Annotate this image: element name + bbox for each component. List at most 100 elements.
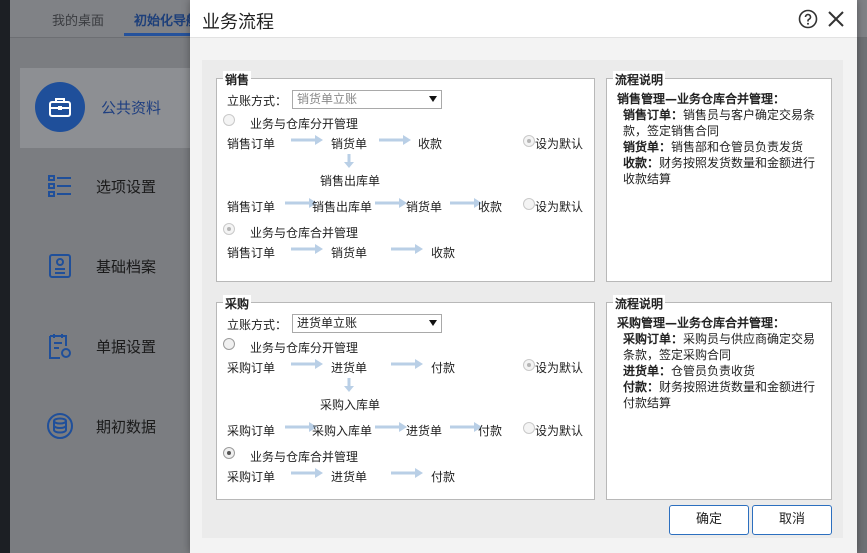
sales-desc-term: 销货单： [623,140,672,154]
sales-flow3-step1: 销售订单 [227,246,276,260]
purchase-desc-text: 仓管员负责收货 [671,364,756,378]
purchase-flow3-step3: 付款 [431,470,456,484]
sales-flow1-step2: 销货单 [331,137,368,151]
business-flow-dialog: 业务流程 销售 立账方式： 销货单立账 业务与仓库分开管理 销售订单 销货单 收… [190,0,857,553]
arrow-right-icon [391,244,423,254]
sales-desc-text: 销售部和仓管员负责发货 [671,140,804,154]
profile-card-icon [40,246,80,286]
purchase-separate-radio[interactable] [223,338,235,350]
purchase-default2-label: 设为默认 [535,424,584,438]
arrow-right-icon [391,468,423,478]
document-gear-icon [40,326,80,366]
sales-mode-select[interactable]: 销货单立账 [292,90,442,109]
background-scrollbar [857,38,867,553]
purchase-desc-term: 采购订单： [623,332,684,346]
sales-description: 销售管理—业务仓库合并管理： 销售订单：销售员与客户确定交易条款，签定销售合同 … [617,91,827,187]
sales-flow1-step1: 销售订单 [227,137,276,151]
sales-default1-label: 设为默认 [535,137,584,151]
sales-group: 销售 立账方式： 销货单立账 业务与仓库分开管理 销售订单 销货单 收款 设为默… [216,71,595,282]
sales-default2-radio[interactable] [523,198,535,210]
sales-separate-radio[interactable] [223,114,235,126]
purchase-flow3-step2: 进货单 [331,470,368,484]
purchase-flow2-step3: 进货单 [406,424,443,438]
purchase-mode-value: 进货单立账 [297,316,358,330]
sales-separate-label: 业务与仓库分开管理 [250,117,359,131]
menu-label-opening-data: 期初数据 [96,417,157,436]
purchase-description-group: 流程说明 采购管理—业务仓库合并管理： 采购订单：采购员与供应商确定交易条款，签… [606,295,832,500]
dialog-title: 业务流程 [202,12,274,33]
sales-flow2-step2: 销售出库单 [312,200,373,214]
arrow-right-icon [375,422,407,432]
purchase-default1-radio[interactable] [523,359,535,371]
sales-description-group: 流程说明 销售管理—业务仓库合并管理： 销售订单：销售员与客户确定交易条款，签定… [606,71,832,282]
purchase-flow2-step1: 采购订单 [227,424,276,438]
sales-flow1-substep: 销售出库单 [320,174,381,188]
dialog-body: 销售 立账方式： 销货单立账 业务与仓库分开管理 销售订单 销货单 收款 设为默… [202,60,843,538]
purchase-merged-radio[interactable] [223,447,235,459]
menu-item-basic-archive[interactable]: 基础档案 [40,246,156,286]
sales-desc-heading: 销售管理—业务仓库合并管理： [617,92,786,106]
arrow-right-icon [291,135,323,145]
arrow-right-icon [291,359,323,369]
menu-label-public-data: 公共资料 [101,98,162,117]
sales-desc-term: 收款： [623,156,660,170]
purchase-default1-label: 设为默认 [535,361,584,375]
menu-label-document-settings: 单据设置 [96,337,157,356]
cancel-button[interactable]: 取消 [752,505,832,535]
arrow-right-icon [291,244,323,254]
arrow-right-icon [391,359,423,369]
purchase-mode-select[interactable]: 进货单立账 [292,314,442,333]
briefcase-icon [35,82,85,132]
close-icon[interactable] [826,9,846,29]
menu-item-options[interactable]: 选项设置 [40,166,156,206]
sales-merged-label: 业务与仓库合并管理 [250,226,359,240]
sales-flow2-step1: 销售订单 [227,200,276,214]
sales-default1-radio[interactable] [523,135,535,147]
purchase-flow2-step2: 采购入库单 [312,424,373,438]
purchase-desc-term: 付款： [623,380,660,394]
purchase-merged-label: 业务与仓库合并管理 [250,450,359,464]
purchase-flow3-step1: 采购订单 [227,470,276,484]
left-edge [0,0,10,553]
dialog-header: 业务流程 [190,0,857,38]
help-icon[interactable] [798,9,818,29]
sales-flow3-step3: 收款 [431,246,456,260]
menu-item-public-data[interactable]: 公共资料 [35,82,162,132]
menu-label-basic-archive: 基础档案 [96,257,157,276]
sales-flow2-step3: 销货单 [406,200,443,214]
sales-legend: 销售 [223,71,252,88]
sales-flow1-step3: 收款 [418,137,443,151]
sales-desc-legend: 流程说明 [613,71,666,88]
purchase-group: 采购 立账方式： 进货单立账 业务与仓库分开管理 采购订单 进货单 付款 设为默… [216,295,595,500]
purchase-description: 采购管理—业务仓库合并管理： 采购订单：采购员与供应商确定交易条款，签定采购合同… [617,315,827,411]
purchase-flow1-step2: 进货单 [331,361,368,375]
arrow-down-icon [344,154,354,168]
menu-label-options: 选项设置 [96,177,157,196]
sales-desc-term: 销售订单： [623,108,684,122]
sales-flow3-step2: 销货单 [331,246,368,260]
purchase-default2-radio[interactable] [523,422,535,434]
menu-item-document-settings[interactable]: 单据设置 [40,326,156,366]
sales-merged-radio[interactable] [223,223,235,235]
chevron-down-icon [429,320,437,326]
checklist-icon [40,166,80,206]
purchase-flow1-substep: 采购入库单 [320,398,381,412]
purchase-desc-heading: 采购管理—业务仓库合并管理： [617,316,786,330]
arrow-right-icon [379,135,411,145]
sales-default2-label: 设为默认 [535,200,584,214]
purchase-flow1-step3: 付款 [431,361,456,375]
database-icon [40,406,80,446]
purchase-legend: 采购 [223,295,252,312]
sales-mode-value: 销货单立账 [297,92,358,106]
menu-item-opening-data[interactable]: 期初数据 [40,406,156,446]
sales-mode-label: 立账方式： [227,94,288,108]
tab-desktop[interactable]: 我的桌面 [52,10,104,29]
purchase-desc-term: 进货单： [623,364,672,378]
ok-button[interactable]: 确定 [669,505,749,535]
purchase-separate-label: 业务与仓库分开管理 [250,341,359,355]
purchase-desc-legend: 流程说明 [613,295,666,312]
purchase-flow1-step1: 采购订单 [227,361,276,375]
chevron-down-icon [429,96,437,102]
arrow-right-icon [375,198,407,208]
sales-flow2-step4: 收款 [478,200,503,214]
